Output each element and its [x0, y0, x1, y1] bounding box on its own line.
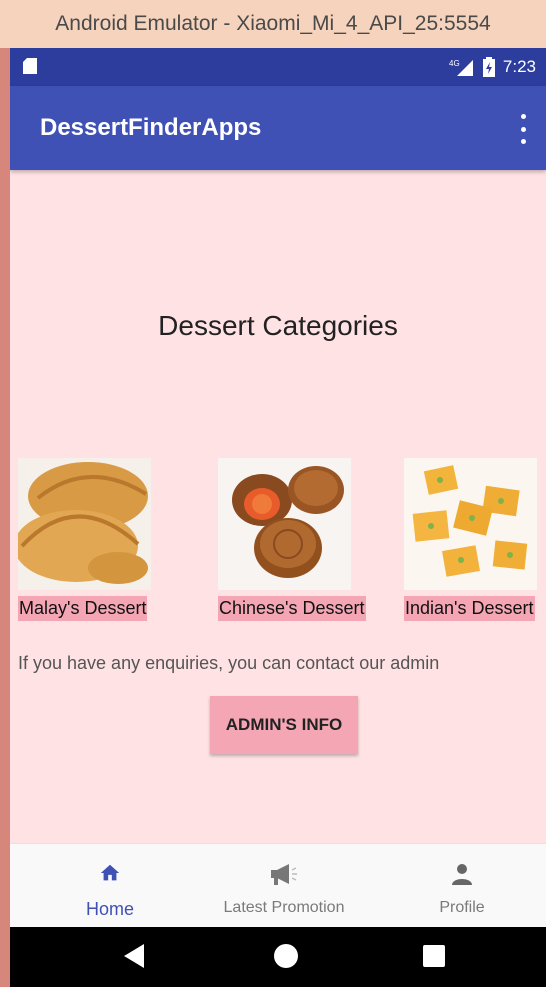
home-circle-icon[interactable]: [272, 942, 300, 970]
category-label: Malay's Dessert: [18, 596, 148, 621]
megaphone-icon: [271, 864, 297, 885]
page-title: Dessert Categories: [158, 310, 398, 341]
app-bar: DessertFinderApps: [10, 86, 546, 170]
status-bar: 4G 7:23: [10, 48, 546, 86]
admin-info-button[interactable]: ADMIN'S INFO: [210, 696, 358, 754]
enquiry-text: If you have any enquiries, you can conta…: [18, 653, 440, 673]
back-icon[interactable]: [122, 942, 146, 970]
category-label: Chinese's Dessert: [218, 596, 366, 621]
category-indian[interactable]: Indian's Dessert: [404, 458, 537, 621]
mooncake-image[interactable]: [218, 458, 351, 590]
person-icon: [452, 864, 472, 885]
curry-puff-image[interactable]: [18, 458, 151, 590]
phone-screen: 4G 7:23 DessertFinderApps Dessert Catego…: [10, 48, 546, 987]
category-label: Indian's Dessert: [404, 596, 535, 621]
category-chinese[interactable]: Chinese's Dessert: [218, 458, 366, 621]
battery-icon: [482, 57, 495, 77]
signal-icon: 4G: [449, 59, 473, 76]
network-type: 4G: [449, 59, 460, 68]
more-vert-icon[interactable]: [516, 114, 530, 144]
nav-label: Profile: [439, 899, 485, 916]
nav-latest-promotion[interactable]: Latest Promotion: [194, 844, 374, 928]
nav-label: Latest Promotion: [223, 899, 345, 916]
nav-profile[interactable]: Profile: [372, 844, 546, 928]
recents-icon[interactable]: [422, 942, 446, 970]
barfi-image[interactable]: [404, 458, 537, 590]
system-navigation-bar: [10, 927, 546, 987]
status-time: 7:23: [502, 57, 536, 76]
category-malay[interactable]: Malay's Dessert: [18, 458, 151, 621]
home-icon: [100, 864, 120, 881]
nav-label: Home: [85, 899, 134, 919]
bottom-navigation: Home Latest Promotion Profile: [10, 843, 546, 928]
app-title: DessertFinderApps: [40, 114, 262, 141]
emulator-window-title: Android Emulator - Xiaomi_Mi_4_API_25:55…: [0, 0, 546, 48]
nav-home[interactable]: Home: [20, 844, 200, 928]
sd-card-icon: [23, 58, 37, 74]
status-right: 4G 7:23: [449, 56, 536, 78]
